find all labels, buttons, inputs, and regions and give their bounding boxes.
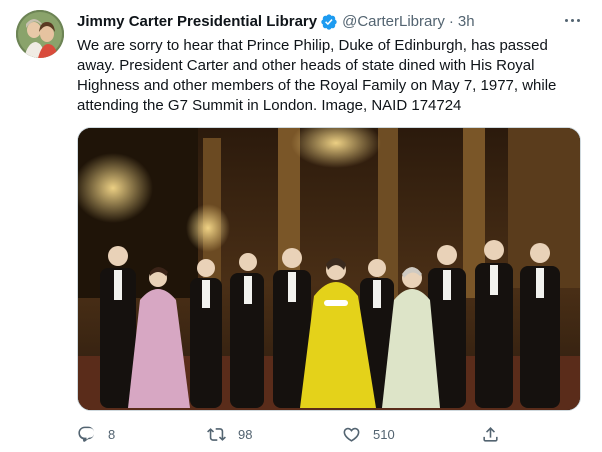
share-button[interactable] [481, 425, 500, 444]
tweet-text: We are sorry to hear that Prince Philip,… [77, 37, 557, 114]
reply-icon [77, 425, 96, 444]
retweet-count: 98 [238, 426, 253, 442]
tweet-header: Jimmy Carter Presidential Library @Carte… [77, 12, 577, 32]
retweet-icon [207, 425, 226, 444]
like-count: 510 [373, 426, 395, 442]
state-dinner-photo [78, 128, 580, 410]
share-icon [481, 425, 500, 444]
author-handle[interactable]: @CarterLibrary [342, 12, 445, 32]
verified-badge-icon [320, 13, 338, 31]
tweet[interactable]: Jimmy Carter Presidential Library @Carte… [0, 0, 602, 452]
like-button[interactable]: 510 [342, 425, 395, 444]
heart-icon [342, 425, 361, 444]
avatar[interactable] [16, 10, 64, 58]
reply-count: 8 [108, 426, 116, 442]
tweet-photo[interactable] [77, 127, 581, 411]
tweet-timestamp[interactable]: 3h [458, 12, 475, 32]
more-options-icon[interactable] [562, 12, 582, 28]
separator-dot: · [448, 13, 454, 30]
avatar-image [16, 10, 64, 58]
tweet-actions: 8 98 510 [77, 422, 517, 446]
author-name[interactable]: Jimmy Carter Presidential Library [77, 12, 317, 32]
retweet-button[interactable]: 98 [207, 425, 252, 444]
reply-button[interactable]: 8 [77, 425, 115, 444]
